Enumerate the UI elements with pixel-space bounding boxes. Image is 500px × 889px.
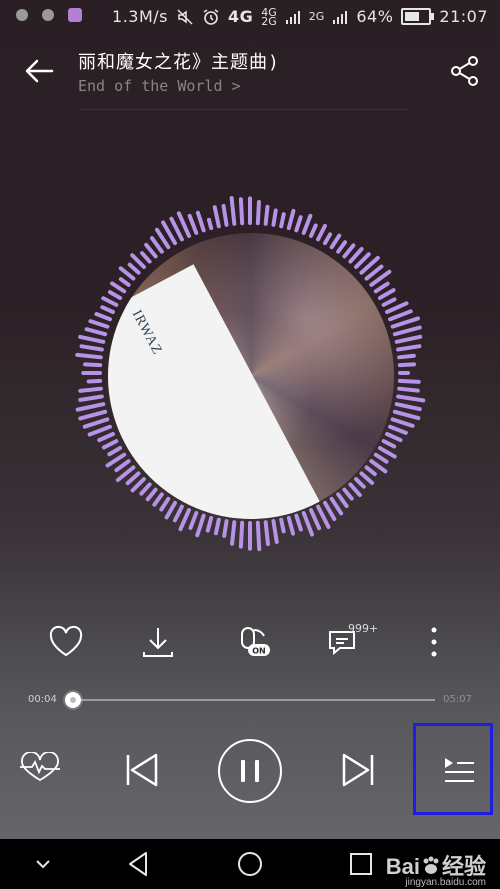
artist-link[interactable]: End of the World >	[78, 77, 241, 95]
baidu-watermark: Bai 经验 jingyan.baidu.com	[385, 854, 486, 888]
visualizer-bar	[229, 196, 237, 226]
nav-home-icon[interactable]	[233, 847, 267, 881]
visualizer-bar	[78, 394, 104, 402]
visualizer-bar	[263, 520, 270, 547]
action-row: ON 999+	[0, 618, 500, 668]
visualizer-bar	[263, 204, 270, 226]
visualizer-bar	[238, 197, 245, 226]
dual-sim-indicator: 4G 2G	[261, 5, 277, 28]
player-header: 丽和魔女之花》主题曲) End of the World >	[0, 40, 500, 110]
visualizer-bar	[87, 424, 112, 437]
visualizer-bar	[286, 515, 296, 536]
header-divider	[78, 109, 410, 110]
visualizer-bar	[205, 515, 214, 533]
notification-icon	[16, 9, 28, 21]
visualizer-bar	[397, 386, 420, 393]
album-cover[interactable]: IRWAZ	[108, 233, 394, 519]
visualizer-bar	[78, 409, 108, 421]
visualizer-bar	[396, 344, 422, 352]
toggle-on-badge: ON	[252, 647, 266, 656]
visualizer-bar	[88, 319, 110, 329]
nav-recents-icon[interactable]	[344, 847, 378, 881]
visualizer-bar	[82, 417, 110, 429]
visualizer-bar	[213, 517, 221, 536]
artist-name: End of the World	[78, 77, 223, 95]
battery-icon	[401, 8, 435, 25]
playlist-highlight-box	[413, 723, 493, 815]
visualizer-bar	[238, 520, 245, 549]
visualizer-bar	[390, 417, 415, 428]
visualizer-bar	[75, 352, 103, 360]
share-icon[interactable]	[448, 54, 482, 88]
previous-track-icon[interactable]	[122, 752, 162, 788]
visualizer-bar	[78, 334, 106, 344]
clock: 21:07	[439, 7, 488, 26]
visualizer-bar	[75, 402, 106, 412]
more-options-icon[interactable]	[414, 622, 454, 662]
pause-icon	[241, 760, 245, 782]
visualizer-bar	[301, 213, 313, 235]
song-title: 丽和魔女之花》主题曲)	[78, 52, 280, 73]
heart-icon[interactable]	[46, 622, 86, 662]
notification-icon-2	[42, 9, 54, 21]
signal-icon	[285, 10, 300, 24]
network-speed: 1.3M/s	[112, 7, 168, 26]
visualizer-bar	[86, 378, 103, 384]
progress-thumb[interactable]	[64, 692, 81, 708]
system-navigation-bar: Bai 经验 jingyan.baidu.com	[0, 839, 500, 889]
network-type: 4G	[228, 7, 254, 26]
visualizer-bar	[206, 217, 214, 231]
next-track-icon[interactable]	[338, 752, 378, 788]
signal-icon-2	[333, 10, 348, 24]
visualizer-bar	[279, 517, 286, 534]
heartbeat-mode-icon[interactable]	[18, 752, 62, 784]
visualizer-bar	[255, 200, 261, 226]
battery-percent: 64%	[356, 7, 394, 26]
status-bar: 1.3M/s 4G 4G 2G 2G 64% 21:07	[0, 0, 500, 34]
visualizer-bar	[286, 208, 296, 231]
comment-count-badge: 999+	[348, 622, 379, 635]
watermark-url: jingyan.baidu.com	[405, 877, 486, 888]
paw-logo-icon	[423, 856, 439, 874]
visualizer-bar	[222, 519, 229, 538]
download-icon[interactable]	[138, 622, 178, 662]
visualizer-bar	[271, 208, 278, 227]
visualizer-bar	[397, 353, 416, 360]
visualizer-bar	[390, 316, 420, 329]
visualizer-bar	[394, 402, 422, 412]
visualizer-bar	[294, 215, 303, 233]
visualizer-bar	[279, 212, 286, 229]
visualizer-bar	[78, 386, 103, 393]
chevron-right-icon: >	[231, 77, 241, 95]
mute-icon	[177, 8, 193, 25]
visualizer-bar	[195, 210, 206, 233]
visualizer-bar	[396, 394, 426, 403]
sound-effect-toggle-icon[interactable]: ON	[232, 622, 272, 662]
sim2-type: 2G	[308, 10, 325, 23]
visualizer-bar	[187, 213, 199, 235]
visualizer-bar	[83, 362, 103, 368]
elapsed-time: 00:04	[28, 694, 57, 705]
visualizer-bar	[271, 519, 279, 544]
visualizer-bar	[212, 205, 221, 229]
hide-navbar-icon[interactable]	[26, 847, 60, 881]
gallery-icon	[68, 8, 82, 22]
visualizer-bar	[397, 378, 421, 384]
visualizer-bar	[230, 520, 237, 546]
visualizer-bar	[84, 327, 108, 337]
visualizer-bar	[79, 344, 104, 352]
nav-back-icon[interactable]	[122, 847, 156, 881]
visualizer-bar	[392, 325, 422, 337]
visualizer-bar	[397, 362, 417, 368]
progress-track[interactable]	[68, 699, 435, 701]
visualizer-bar	[394, 334, 423, 344]
visualizer-bar	[392, 409, 421, 421]
playback-progress[interactable]: 00:04 05:07	[0, 688, 500, 714]
total-time: 05:07	[443, 694, 472, 705]
visualizer-bar	[255, 520, 262, 552]
back-arrow-icon[interactable]	[22, 54, 56, 88]
alarm-icon	[203, 8, 219, 25]
pause-button[interactable]	[217, 738, 283, 804]
visualizer-bar	[221, 203, 229, 227]
